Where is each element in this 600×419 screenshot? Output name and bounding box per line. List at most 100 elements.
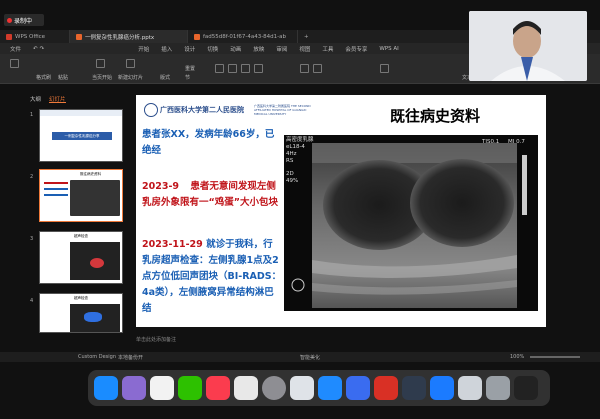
trash-icon[interactable]: [486, 376, 510, 400]
slide-panel-tabs: 大纲 幻灯片: [30, 95, 130, 103]
paste-icon[interactable]: [10, 59, 19, 68]
exam-paragraph: 2023-11-29 就诊于我科，行乳房超声检查：左侧乳腺1点及2点方位低回声团…: [142, 237, 282, 317]
thumb-number: 1: [30, 112, 34, 118]
zoom-slider[interactable]: [530, 356, 580, 358]
layout-button[interactable]: 版式: [160, 74, 170, 81]
shape-icon[interactable]: [380, 64, 389, 73]
menu-home[interactable]: 开始: [132, 45, 155, 53]
preview-icon[interactable]: [458, 376, 482, 400]
layout-status[interactable]: Custom Design: [78, 354, 116, 360]
status-bar: Custom Design 本地备份开 智能美化 100%: [0, 352, 600, 362]
menu-tools[interactable]: 工具: [316, 45, 339, 53]
us-freq: 4Hz: [286, 151, 297, 157]
paste-button[interactable]: 粘贴: [58, 74, 68, 81]
list-icon[interactable]: [313, 64, 322, 73]
visit-text: 就诊于我科，: [206, 239, 264, 250]
tab-pptx[interactable]: 一例复杂性乳腺癌分析.pptx: [70, 30, 188, 43]
wechat-icon[interactable]: [178, 376, 202, 400]
patient-info-text: 患者张XX，发病年龄66岁，已绝经: [142, 129, 275, 156]
slide-canvas[interactable]: 广西医科大学第二人民医院 广西医科大学第二附属医院 THE SECOND AFF…: [136, 95, 546, 327]
us-preset: 高密度乳腺: [286, 137, 314, 143]
tab-label: 一例复杂性乳腺癌分析.pptx: [85, 34, 155, 41]
new-tab-button[interactable]: +: [298, 30, 315, 43]
thumb-title: 超声检查: [74, 234, 88, 238]
wps-icon[interactable]: [374, 376, 398, 400]
r-app-icon[interactable]: [234, 376, 258, 400]
recording-indicator[interactable]: 录制中: [4, 14, 44, 26]
thumb-title: 超声检查: [74, 296, 88, 300]
current-slide-start-button[interactable]: 当页开始: [92, 74, 112, 81]
menu-review[interactable]: 审阅: [270, 45, 293, 53]
slide-title: 既往病史资料: [390, 107, 481, 125]
menu-file[interactable]: 文件: [4, 45, 27, 53]
section-button[interactable]: 节: [185, 74, 190, 81]
menu-view[interactable]: 视图: [293, 45, 316, 53]
notes-placeholder[interactable]: 单击此处添加备注: [136, 336, 176, 343]
menu-transition[interactable]: 切换: [201, 45, 224, 53]
app-grid-icon[interactable]: [402, 376, 426, 400]
menu-wps-ai[interactable]: WPS AI: [373, 46, 404, 52]
file-icon: [194, 33, 200, 40]
menu-insert[interactable]: 插入: [155, 45, 178, 53]
ai-beautify-button[interactable]: 智能美化: [300, 354, 320, 361]
finder-icon[interactable]: [94, 376, 118, 400]
reset-button[interactable]: 重置: [185, 65, 195, 72]
thumb-number: 3: [30, 236, 34, 242]
tab-wps-office[interactable]: WPS Office: [0, 30, 70, 43]
history-text-2: 大小包块: [240, 197, 279, 208]
history-paragraph: 2023-9 患者无意间发现左侧乳房外象限有一“鸡蛋”大小包块: [142, 179, 282, 211]
app-s-icon[interactable]: [346, 376, 370, 400]
slide-thumb-2[interactable]: 既往病史资料: [39, 169, 123, 222]
siri-icon[interactable]: [514, 376, 538, 400]
date-2023-11-29: 2023-11-29: [142, 239, 203, 250]
menu-animation[interactable]: 动画: [224, 45, 247, 53]
us-mi: MI 0.7: [508, 139, 525, 145]
recording-label: 录制中: [14, 17, 33, 25]
us-rs: RS: [286, 158, 294, 164]
feishu-icon[interactable]: [430, 376, 454, 400]
thumb-title: 既往病史资料: [80, 172, 101, 176]
presenter-icon: [469, 11, 587, 81]
thumb-title: 一例复杂性乳腺癌分享: [52, 132, 112, 140]
us-gain: 49%: [286, 178, 299, 184]
photos-icon[interactable]: [150, 376, 174, 400]
font-color-icon[interactable]: [254, 64, 263, 73]
italic-icon[interactable]: [228, 64, 237, 73]
slide-thumb-3[interactable]: 超声检查: [39, 231, 123, 284]
tab-slides[interactable]: 幻灯片: [49, 95, 66, 103]
us-tis: TIS0.1: [482, 139, 500, 145]
settings-icon[interactable]: [262, 376, 286, 400]
thumb-number: 4: [30, 298, 34, 304]
exam-text: 行乳房超声检查：左侧乳腺1点及2点方位低回声团块（BI-RADS：4a类），左侧…: [142, 239, 282, 314]
hospital-subtitle: 广西医科大学第二附属医院 THE SECOND AFFILIATED HOSPI…: [254, 104, 311, 116]
thumb-number: 2: [30, 174, 34, 180]
ultrasound-image: 高密度乳腺 eL18-4 4Hz RS 2D 49% TIS0.1 MI 0.7: [284, 135, 538, 311]
wps-logo-icon: [6, 33, 12, 40]
menu-undo-icon[interactable]: ↶↷: [27, 46, 52, 52]
zoom-level[interactable]: 100%: [510, 354, 524, 360]
menu-design[interactable]: 设计: [178, 45, 201, 53]
format-brush-button[interactable]: 格式刷: [36, 74, 51, 81]
hospital-logo-icon: [144, 103, 158, 117]
menu-slideshow[interactable]: 放映: [247, 45, 270, 53]
align-icon[interactable]: [300, 64, 309, 73]
hospital-name: 广西医科大学第二人民医院: [160, 105, 244, 114]
slide-thumb-4[interactable]: 超声检查: [39, 293, 123, 333]
record-dot-icon: [7, 17, 12, 23]
date-2023-9: 2023-9: [142, 181, 179, 192]
app-icon[interactable]: [290, 376, 314, 400]
new-slide-button[interactable]: 新建幻灯片: [118, 74, 143, 81]
ultrasound-scan-icon: [291, 143, 527, 308]
underline-icon[interactable]: [241, 64, 250, 73]
new-slide-icon[interactable]: [126, 59, 135, 68]
backup-status[interactable]: 本地备份开: [118, 354, 143, 361]
safari-icon[interactable]: [318, 376, 342, 400]
music-icon[interactable]: [206, 376, 230, 400]
slide-thumb-1[interactable]: 一例复杂性乳腺癌分享: [39, 109, 123, 162]
play-slide-icon[interactable]: [96, 59, 105, 68]
menu-member[interactable]: 会员专享: [339, 45, 373, 53]
launchpad-icon[interactable]: [122, 376, 146, 400]
tab-outline[interactable]: 大纲: [30, 95, 41, 103]
tab-file[interactable]: fad55d8f-01f67-4a43-84d1-ab: [188, 30, 298, 43]
bold-icon[interactable]: [215, 64, 224, 73]
